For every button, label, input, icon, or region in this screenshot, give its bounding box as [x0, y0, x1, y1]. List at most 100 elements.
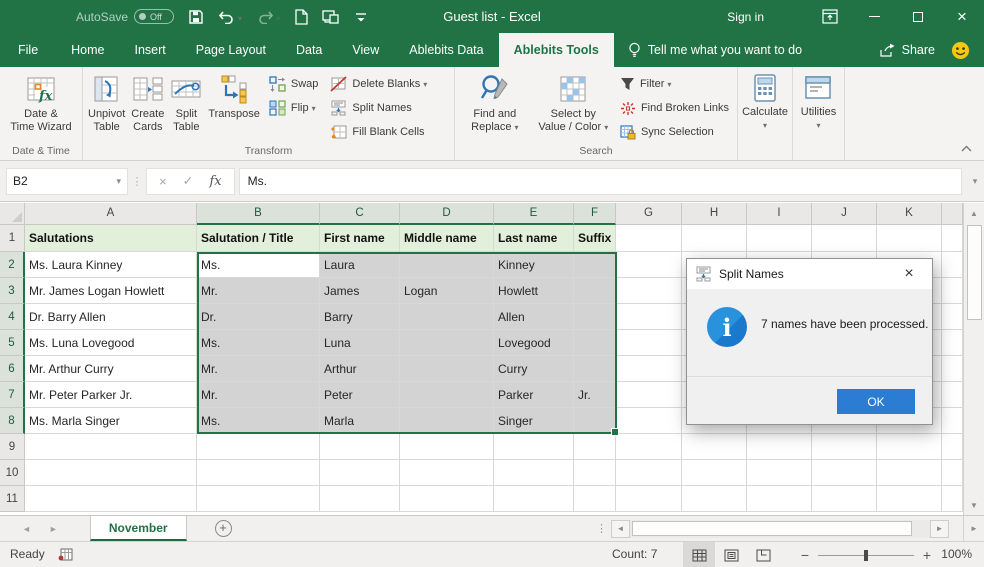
date-time-wizard-button[interactable]: fx Date & Time Wizard	[7, 70, 74, 134]
row-header-9[interactable]: 9	[0, 434, 25, 460]
cell-C5[interactable]: Luna	[320, 330, 400, 356]
cell-E9[interactable]	[494, 434, 574, 460]
cell-B4[interactable]: Dr.	[197, 304, 320, 330]
unpivot-table-button[interactable]: Unpivot Table	[85, 70, 128, 134]
column-header-E[interactable]: E	[494, 203, 574, 225]
cell-F5[interactable]	[574, 330, 616, 356]
sheet-tab-november[interactable]: November	[89, 516, 187, 541]
cell-D5[interactable]	[400, 330, 494, 356]
corner-scroll-icon[interactable]: ►	[963, 516, 984, 541]
redo-button[interactable]	[256, 10, 280, 24]
cell-I1[interactable]	[747, 225, 812, 252]
row-header-1[interactable]: 1	[0, 225, 25, 252]
enter-icon[interactable]: ✓	[183, 173, 194, 189]
cell-A10[interactable]	[25, 460, 197, 486]
cell-C11[interactable]	[320, 486, 400, 512]
cell-A11[interactable]	[25, 486, 197, 512]
filter-button[interactable]: Filter	[614, 72, 735, 96]
tab-data[interactable]: Data	[281, 33, 337, 67]
normal-view-button[interactable]	[683, 542, 715, 567]
tab-ablebits-tools[interactable]: Ablebits Tools	[498, 33, 614, 67]
cell-B5[interactable]: Ms.	[197, 330, 320, 356]
zoom-in-button[interactable]: +	[922, 547, 932, 563]
cell-F7[interactable]: Jr.	[574, 382, 616, 408]
cell-A3[interactable]: Mr. James Logan Howlett	[25, 278, 197, 304]
cell-C9[interactable]	[320, 434, 400, 460]
page-break-preview-button[interactable]	[747, 542, 779, 567]
column-header-H[interactable]: H	[682, 203, 747, 225]
row-header-4[interactable]: 4	[0, 304, 25, 330]
ok-button[interactable]: OK	[837, 389, 915, 414]
cell-B3[interactable]: Mr.	[197, 278, 320, 304]
flip-button[interactable]: Flip	[263, 96, 325, 120]
cell-I11[interactable]	[747, 486, 812, 512]
cell-E2[interactable]: Kinney	[494, 252, 574, 278]
scroll-up-icon[interactable]: ▲	[964, 203, 984, 223]
cell-B11[interactable]	[197, 486, 320, 512]
utilities-button[interactable]: Utilities	[798, 70, 839, 132]
dialog-close-button[interactable]	[894, 259, 924, 289]
status-count[interactable]: Count: 7	[612, 547, 657, 561]
scroll-left-icon[interactable]: ◄	[611, 519, 630, 538]
zoom-level[interactable]: 100%	[941, 547, 972, 561]
cell-H9[interactable]	[682, 434, 747, 460]
vertical-scroll-thumb[interactable]	[967, 225, 982, 320]
sync-selection-button[interactable]: Sync Selection	[614, 120, 735, 144]
cell-G2[interactable]	[616, 252, 682, 278]
dialog-title-bar[interactable]: Split Names	[687, 259, 932, 289]
cell-D9[interactable]	[400, 434, 494, 460]
cell-G7[interactable]	[616, 382, 682, 408]
cell-D6[interactable]	[400, 356, 494, 382]
tab-file[interactable]: File	[0, 33, 56, 67]
tab-insert[interactable]: Insert	[120, 33, 181, 67]
horizontal-scroll-track[interactable]	[630, 519, 930, 538]
insert-function-icon[interactable]: fx	[210, 174, 222, 189]
cell-G8[interactable]	[616, 408, 682, 434]
cell-F10[interactable]	[574, 460, 616, 486]
find-and-replace-button[interactable]: Find and Replace	[457, 70, 533, 134]
zoom-slider-thumb[interactable]	[864, 549, 868, 561]
new-file-button[interactable]	[294, 8, 308, 25]
select-all-corner[interactable]	[0, 203, 25, 225]
cell-B8[interactable]: Ms.	[197, 408, 320, 434]
cell-H10[interactable]	[682, 460, 747, 486]
cell-J9[interactable]	[812, 434, 877, 460]
cell-E4[interactable]: Allen	[494, 304, 574, 330]
expand-formula-bar-icon[interactable]: ▾	[966, 176, 984, 187]
row-header-8[interactable]: 8	[0, 408, 25, 434]
column-header-K[interactable]: K	[877, 203, 942, 225]
cell-F9[interactable]	[574, 434, 616, 460]
column-header-F[interactable]: F	[574, 203, 616, 225]
cell-C1[interactable]: First name	[320, 225, 400, 252]
swap-button[interactable]: Swap	[263, 72, 325, 96]
cell-G4[interactable]	[616, 304, 682, 330]
cell-H11[interactable]	[682, 486, 747, 512]
cell-G10[interactable]	[616, 460, 682, 486]
scroll-down-icon[interactable]: ▼	[964, 495, 984, 515]
cell-C4[interactable]: Barry	[320, 304, 400, 330]
autosave-toggle[interactable]: AutoSave Off	[76, 9, 175, 24]
ribbon-display-options-button[interactable]	[808, 0, 852, 33]
row-header-3[interactable]: 3	[0, 278, 25, 304]
cell-G5[interactable]	[616, 330, 682, 356]
cell-E8[interactable]: Singer	[494, 408, 574, 434]
split-table-button[interactable]: Split Table	[167, 70, 205, 134]
sign-in-link[interactable]: Sign in	[727, 10, 764, 24]
cell-B10[interactable]	[197, 460, 320, 486]
cell-D1[interactable]: Middle name	[400, 225, 494, 252]
column-header-B[interactable]: B	[197, 203, 320, 225]
calculate-dropdown[interactable]	[763, 119, 767, 132]
row-header-2[interactable]: 2	[0, 252, 25, 278]
save-button[interactable]	[188, 9, 204, 25]
row-header-10[interactable]: 10	[0, 460, 25, 486]
cell-B7[interactable]: Mr.	[197, 382, 320, 408]
customize-qat-button[interactable]	[355, 11, 367, 23]
collapse-ribbon-button[interactable]	[961, 141, 972, 155]
name-box-dropdown-icon[interactable]: ▾	[116, 176, 121, 187]
cell-J1[interactable]	[812, 225, 877, 252]
cell-E3[interactable]: Howlett	[494, 278, 574, 304]
create-cards-button[interactable]: Create Cards	[128, 70, 167, 134]
select-by-value-color-button[interactable]: Select by Value / Color	[533, 70, 614, 134]
tab-home[interactable]: Home	[56, 33, 119, 67]
cell-J10[interactable]	[812, 460, 877, 486]
